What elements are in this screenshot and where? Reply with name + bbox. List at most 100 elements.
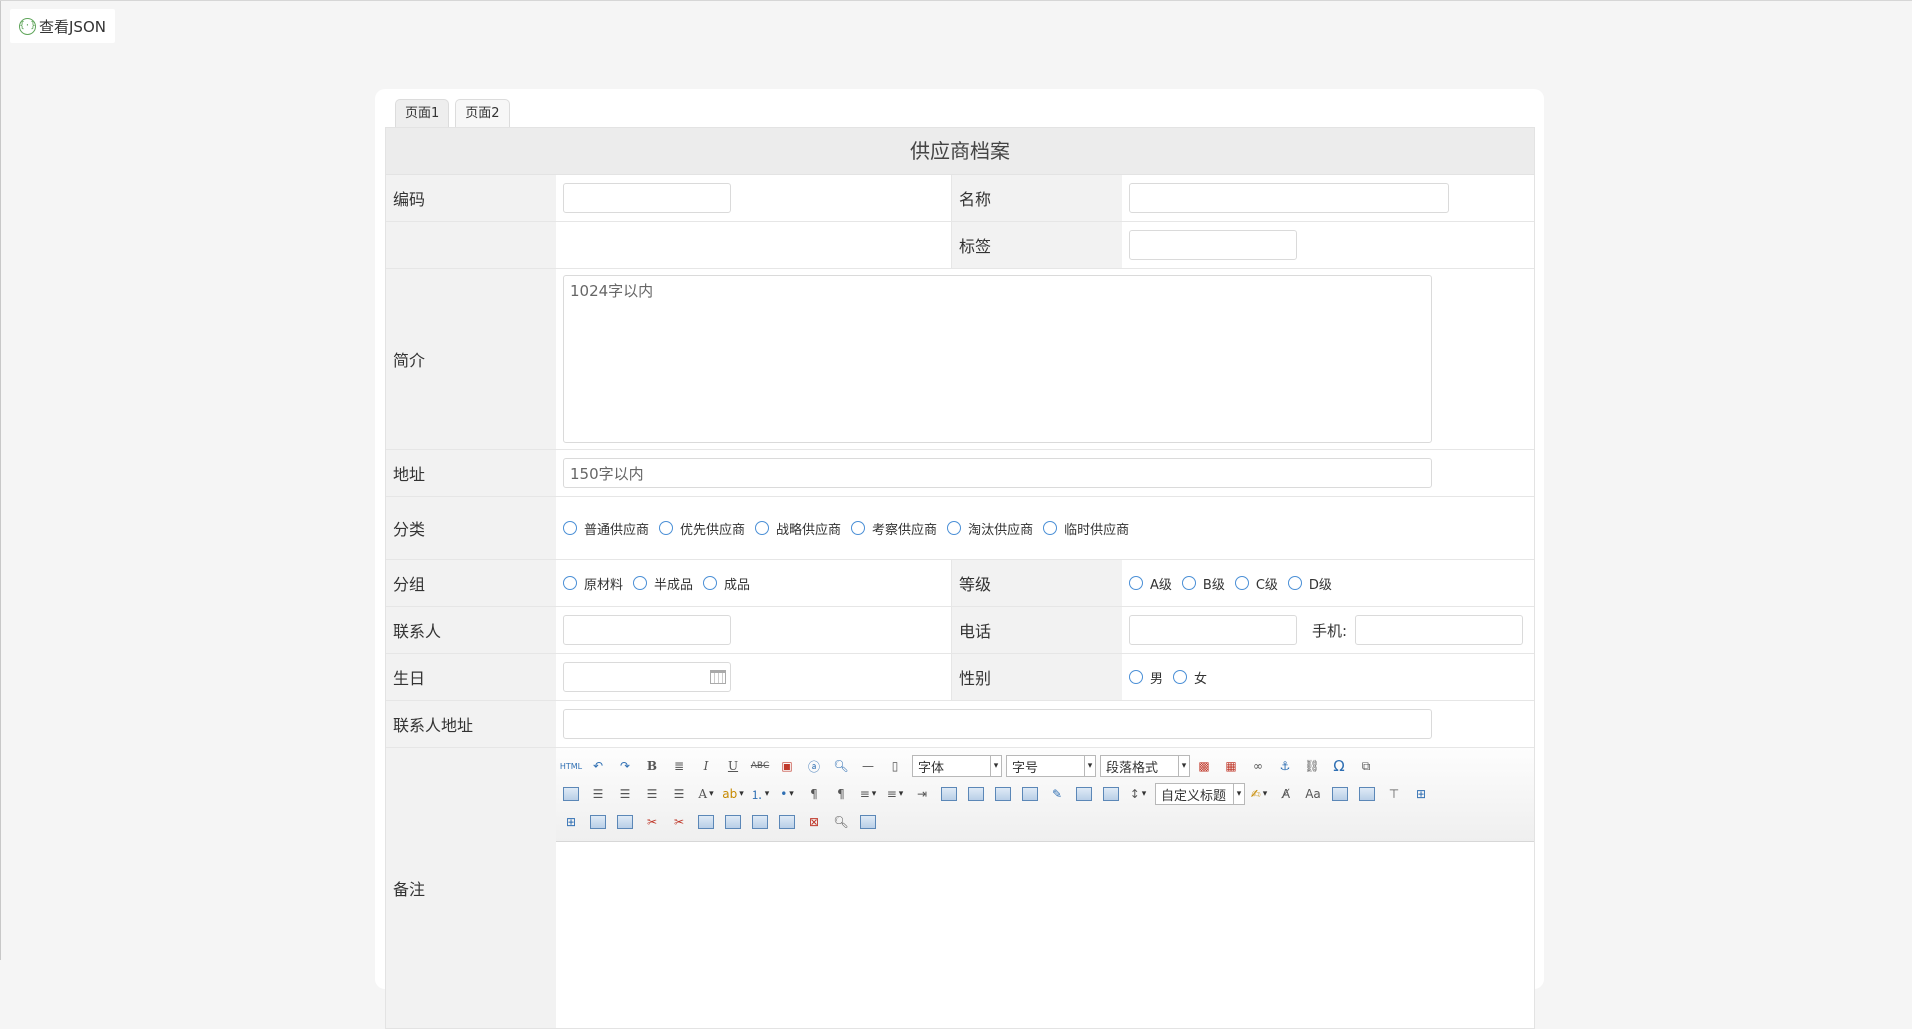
table-icon[interactable] [696, 812, 716, 832]
insert-title-icon[interactable]: ⊤ [1384, 784, 1404, 804]
font-family-select[interactable]: 字体 [912, 755, 1002, 777]
anchor-icon[interactable]: ⚓︎ [1275, 756, 1295, 776]
mobile-input[interactable] [1355, 615, 1524, 645]
mobile-label: 手机: [1312, 621, 1348, 640]
split-cells-icon[interactable]: ✂ [642, 812, 662, 832]
autotypeset-icon[interactable] [1330, 784, 1350, 804]
calendar-icon[interactable] [710, 670, 726, 684]
radio-category-normal[interactable]: 普通供应商 [563, 516, 649, 540]
insert-row-icon[interactable]: ⊞ [1411, 784, 1431, 804]
image-center-icon[interactable] [1020, 784, 1040, 804]
align-left-icon[interactable]: ☰ [588, 784, 608, 804]
row-spacing-icon[interactable]: ↕ [1128, 784, 1148, 804]
unordered-list-icon[interactable]: • [777, 784, 797, 804]
blank-page-icon[interactable]: ▯ [885, 756, 905, 776]
intro-label: 简介 [386, 269, 556, 449]
paste-icon[interactable]: ▣ [777, 756, 797, 776]
horizontal-rule-icon[interactable]: — [858, 756, 878, 776]
strikethrough-icon[interactable]: ABC [750, 756, 770, 776]
clear-format-icon[interactable]: A̸ [1276, 784, 1296, 804]
radio-gender-male[interactable]: 男 [1129, 665, 1163, 689]
empty-label [386, 222, 556, 268]
table-props-icon[interactable] [777, 812, 797, 832]
unlink-icon[interactable]: ⛓︎ [1302, 756, 1322, 776]
contact-address-input[interactable] [563, 709, 1432, 739]
radio-circle-icon [633, 576, 648, 590]
search-icon[interactable] [858, 812, 878, 832]
insert-table-icon[interactable] [1357, 784, 1377, 804]
radio-category-inspection[interactable]: 考察供应商 [851, 516, 937, 540]
indent-icon[interactable]: ⇥ [912, 784, 932, 804]
omega-icon[interactable]: Ω [1329, 756, 1349, 776]
radio-level-b[interactable]: B级 [1181, 571, 1225, 595]
paragraph-spacing-icon[interactable]: ≡ [885, 784, 905, 804]
ltr-icon[interactable]: ¶ [804, 784, 824, 804]
radio-category-temporary[interactable]: 临时供应商 [1043, 516, 1129, 540]
radio-level-a[interactable]: A级 [1129, 571, 1172, 595]
paragraph-format-select[interactable]: 段落格式 [1100, 755, 1190, 777]
font-size-select[interactable]: 字号 [1006, 755, 1096, 777]
image-left-icon[interactable] [966, 784, 986, 804]
justify-icon[interactable]: ☰ [669, 784, 689, 804]
radio-group-raw[interactable]: 原材料 [563, 571, 623, 595]
delete-row-icon[interactable]: ✂ [669, 812, 689, 832]
name-input[interactable] [1129, 183, 1449, 213]
intro-textarea[interactable]: 1024字以内 [563, 275, 1432, 443]
insert-image-icon[interactable] [1101, 784, 1121, 804]
underline-icon[interactable]: U [723, 756, 743, 776]
undo-icon[interactable]: ↶ [588, 756, 608, 776]
attachment-icon[interactable]: ✎ [1047, 784, 1067, 804]
contact-input[interactable] [563, 615, 731, 645]
image-none-icon[interactable] [1074, 784, 1094, 804]
align-center-icon[interactable]: ☰ [615, 784, 635, 804]
redo-icon[interactable]: ↷ [615, 756, 635, 776]
print-icon[interactable] [561, 784, 581, 804]
radio-level-c[interactable]: C级 [1234, 571, 1278, 595]
radio-group-finished[interactable]: 成品 [703, 571, 750, 595]
line-height-icon[interactable]: ≡ [858, 784, 878, 804]
ordered-list-icon[interactable]: ⒈ [750, 784, 770, 804]
code-input[interactable] [563, 183, 731, 213]
tab-page2[interactable]: 页面2 [455, 99, 510, 128]
radio-category-preferred[interactable]: 优先供应商 [659, 516, 745, 540]
format-brush-icon[interactable]: ✍︎ [1249, 784, 1269, 804]
address-input[interactable]: 150字以内 [563, 458, 1432, 488]
merge-right-icon[interactable] [615, 812, 635, 832]
emotion-icon[interactable] [939, 784, 959, 804]
binoculars-icon[interactable]: ⧉ [1356, 756, 1376, 776]
birthday-input[interactable] [563, 662, 731, 692]
radio-category-strategic[interactable]: 战略供应商 [755, 516, 841, 540]
search-replace-icon[interactable]: 🔍︎ [831, 756, 851, 776]
bold-icon[interactable]: B [642, 756, 662, 776]
image-icon[interactable]: ▩ [1194, 756, 1214, 776]
image-right-icon[interactable] [993, 784, 1013, 804]
editor-content-area[interactable] [556, 842, 1534, 1028]
font-color-icon[interactable]: A [696, 784, 716, 804]
radio-category-eliminated[interactable]: 淘汰供应商 [947, 516, 1033, 540]
rtl-icon[interactable]: ¶ [831, 784, 851, 804]
phone-input[interactable] [1129, 615, 1297, 645]
merge-cells-icon[interactable] [588, 812, 608, 832]
font-size-icon[interactable]: Aa [1303, 784, 1323, 804]
radio-group-semi[interactable]: 半成品 [633, 571, 693, 595]
html-icon[interactable]: HTML [560, 756, 582, 776]
tab-page1[interactable]: 页面1 [395, 99, 450, 128]
align-right-icon[interactable]: ☰ [642, 784, 662, 804]
radio-gender-female[interactable]: 女 [1173, 665, 1207, 689]
table-grid-icon[interactable] [750, 812, 770, 832]
multi-image-icon[interactable]: ▦ [1221, 756, 1241, 776]
radio-level-d[interactable]: D级 [1287, 571, 1332, 595]
custom-heading-select[interactable]: 自定义标题 [1155, 783, 1245, 805]
preview-icon[interactable]: 🔍︎ [831, 812, 851, 832]
italic-icon[interactable]: I [696, 756, 716, 776]
delete-table-icon[interactable]: ⊠ [804, 812, 824, 832]
highlight-icon[interactable]: ab [722, 784, 743, 804]
insert-col-icon[interactable]: ⊞ [561, 812, 581, 832]
table-cols-icon[interactable] [723, 812, 743, 832]
view-json-button[interactable]: {·} 查看JSON [10, 9, 115, 43]
word-icon[interactable]: ⓐ [804, 756, 824, 776]
link-icon[interactable]: ∞ [1248, 756, 1268, 776]
tag-input[interactable] [1129, 230, 1297, 260]
format-icon[interactable]: ≣ [669, 756, 689, 776]
category-radio-group: 普通供应商 优先供应商 战略供应商 考察供应商 淘汰供应商 临时供应商 [563, 516, 1163, 540]
